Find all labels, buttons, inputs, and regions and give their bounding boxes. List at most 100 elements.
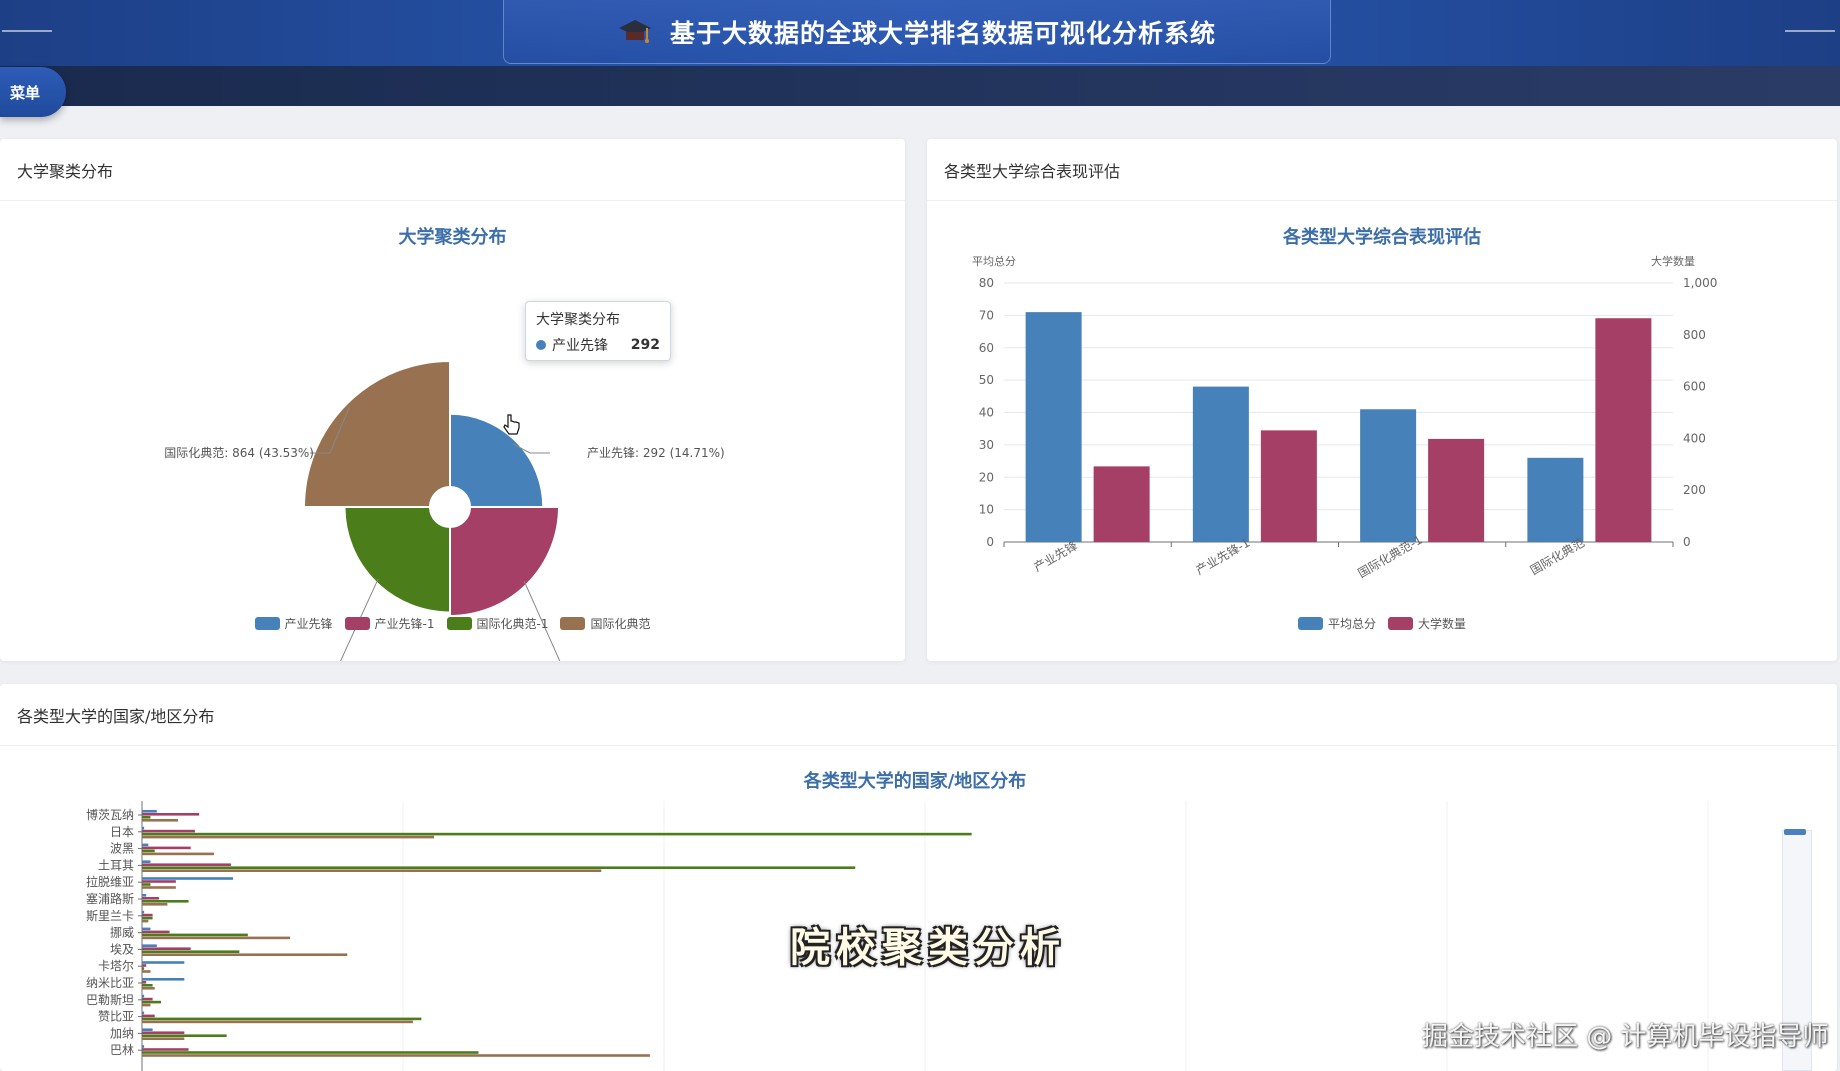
cluster-legend-item[interactable]: 产业先锋 bbox=[254, 615, 333, 632]
pie-slice[interactable] bbox=[449, 412, 545, 508]
y-axis-category-label: 拉脱维亚 bbox=[86, 874, 134, 889]
right-axis-tick: 200 bbox=[1683, 483, 1706, 497]
country-bar-产业先锋[interactable] bbox=[142, 1045, 145, 1048]
country-bar-国际化典范-1[interactable] bbox=[142, 950, 240, 953]
country-bar-产业先锋-1[interactable] bbox=[142, 1014, 155, 1018]
pie-slice[interactable] bbox=[343, 506, 451, 614]
country-bar-产业先锋-1[interactable] bbox=[142, 880, 176, 883]
evaluation-legend-item[interactable]: 大学数量 bbox=[1388, 615, 1466, 632]
country-bar-国际化典范-1[interactable] bbox=[142, 1051, 479, 1054]
bar-平均总分[interactable] bbox=[1360, 409, 1417, 542]
country-bar-国际化典范[interactable] bbox=[142, 970, 151, 973]
country-bar-产业先锋[interactable] bbox=[142, 843, 149, 847]
country-bar-国际化典范[interactable] bbox=[142, 819, 178, 822]
country-bar-产业先锋-1[interactable] bbox=[142, 897, 159, 900]
country-bar-国际化典范[interactable] bbox=[142, 1020, 413, 1024]
country-bar-国际化典范[interactable] bbox=[142, 987, 155, 990]
menu-button[interactable]: 菜单 bbox=[0, 67, 66, 117]
country-bar-产业先锋[interactable] bbox=[142, 927, 151, 931]
country-bar-国际化典范-1[interactable] bbox=[142, 933, 248, 937]
pie-slice-label: 产业先锋: 292 (14.71%) bbox=[587, 446, 725, 460]
country-bar-国际化典范[interactable] bbox=[142, 1037, 185, 1040]
left-axis-tick: 40 bbox=[979, 406, 994, 420]
right-axis-tick: 800 bbox=[1683, 328, 1706, 342]
country-bar-国际化典范[interactable] bbox=[142, 886, 176, 889]
country-bar-国际化典范-1[interactable] bbox=[142, 1000, 162, 1004]
evaluation-legend-label: 大学数量 bbox=[1418, 617, 1467, 631]
country-bar-产业先锋[interactable] bbox=[142, 994, 145, 998]
y-axis-category-label: 斯里兰卡 bbox=[86, 909, 134, 923]
country-bar-产业先锋-1[interactable] bbox=[142, 930, 170, 934]
bar-大学数量[interactable] bbox=[1428, 438, 1485, 542]
country-bar-国际化典范-1[interactable] bbox=[142, 883, 151, 886]
country-bar-产业先锋[interactable] bbox=[142, 910, 145, 914]
bar-大学数量[interactable] bbox=[1595, 318, 1652, 542]
country-bar-产业先锋-1[interactable] bbox=[142, 863, 231, 866]
bar-平均总分[interactable] bbox=[1527, 457, 1584, 542]
country-bar-国际化典范-1[interactable] bbox=[142, 832, 972, 836]
country-bar-国际化典范[interactable] bbox=[142, 835, 435, 839]
country-bar-国际化典范[interactable] bbox=[142, 1054, 650, 1057]
country-bar-产业先锋-1[interactable] bbox=[142, 964, 147, 967]
country-bar-国际化典范-1[interactable] bbox=[142, 916, 153, 920]
country-bar-产业先锋-1[interactable] bbox=[142, 981, 147, 984]
cluster-legend-label: 产业先锋 bbox=[284, 617, 333, 631]
cluster-legend-item[interactable]: 国际化典范 bbox=[560, 615, 650, 632]
country-bar-产业先锋-1[interactable] bbox=[142, 1031, 185, 1034]
country-bar-产业先锋-1[interactable] bbox=[142, 1048, 189, 1051]
cluster-legend-swatch bbox=[446, 617, 472, 630]
pie-slice[interactable] bbox=[449, 506, 560, 617]
y-axis-category-label: 波黑 bbox=[110, 842, 134, 856]
country-bar-产业先锋[interactable] bbox=[142, 877, 234, 880]
country-bar-产业先锋-1[interactable] bbox=[142, 947, 191, 950]
country-bar-国际化典范[interactable] bbox=[142, 1003, 151, 1007]
tooltip-title: 大学聚类分布 bbox=[536, 312, 620, 328]
country-bar-国际化典范-1[interactable] bbox=[142, 1017, 422, 1021]
country-bar-产业先锋-1[interactable] bbox=[142, 997, 153, 1001]
bar-大学数量[interactable] bbox=[1093, 466, 1150, 542]
country-bar-国际化典范-1[interactable] bbox=[142, 866, 856, 869]
evaluation-legend-swatch bbox=[1297, 617, 1323, 630]
country-bar-国际化典范[interactable] bbox=[142, 919, 149, 923]
graduation-cap-icon bbox=[618, 19, 651, 43]
country-bar-国际化典范-1[interactable] bbox=[142, 849, 155, 853]
country-bar-产业先锋[interactable] bbox=[142, 1011, 145, 1015]
country-bar-产业先锋[interactable] bbox=[142, 826, 145, 830]
country-bar-产业先锋-1[interactable] bbox=[142, 913, 153, 917]
app-title: 基于大数据的全球大学排名数据可视化分析系统 bbox=[669, 18, 1216, 48]
datazoom-slider-handle[interactable] bbox=[1784, 829, 1806, 835]
tooltip-value: 292 bbox=[630, 337, 660, 353]
country-bar-国际化典范[interactable] bbox=[142, 852, 214, 856]
country-bar-国际化典范[interactable] bbox=[142, 936, 291, 940]
country-bar-国际化典范-1[interactable] bbox=[142, 1034, 227, 1037]
country-bar-国际化典范[interactable] bbox=[142, 953, 348, 956]
country-bar-产业先锋[interactable] bbox=[142, 1028, 153, 1031]
country-bar-产业先锋[interactable] bbox=[142, 961, 185, 964]
country-bar-国际化典范-1[interactable] bbox=[142, 984, 153, 987]
evaluation-panel-header: 各类型大学综合表现评估 bbox=[927, 139, 1837, 201]
country-bar-产业先锋[interactable] bbox=[142, 894, 147, 897]
country-bar-产业先锋[interactable] bbox=[142, 860, 151, 863]
country-bar-国际化典范[interactable] bbox=[142, 903, 168, 906]
country-bar-产业先锋[interactable] bbox=[142, 810, 157, 813]
x-axis-tick-label: 产业先锋 bbox=[1031, 538, 1080, 574]
country-bar-产业先锋-1[interactable] bbox=[142, 813, 200, 816]
pie-slice[interactable] bbox=[303, 360, 451, 508]
cluster-legend-item[interactable]: 国际化典范-1 bbox=[446, 615, 548, 632]
bar-平均总分[interactable] bbox=[1025, 312, 1082, 542]
right-axis-tick: 1,000 bbox=[1683, 276, 1717, 290]
country-bar-国际化典范[interactable] bbox=[142, 869, 602, 872]
country-bar-产业先锋-1[interactable] bbox=[142, 829, 195, 833]
bar-大学数量[interactable] bbox=[1260, 430, 1317, 542]
y-axis-category-label: 巴勒斯坦 bbox=[86, 993, 134, 1007]
country-bar-国际化典范-1[interactable] bbox=[142, 816, 151, 819]
country-bar-产业先锋[interactable] bbox=[142, 944, 157, 947]
country-bar-国际化典范-1[interactable] bbox=[142, 967, 145, 970]
country-bar-产业先锋[interactable] bbox=[142, 978, 185, 981]
cluster-legend-item[interactable]: 产业先锋-1 bbox=[344, 615, 435, 632]
country-bar-产业先锋-1[interactable] bbox=[142, 846, 191, 850]
country-bar-国际化典范-1[interactable] bbox=[142, 900, 189, 903]
left-axis-tick: 80 bbox=[979, 276, 994, 290]
evaluation-legend-item[interactable]: 平均总分 bbox=[1297, 615, 1376, 632]
bar-平均总分[interactable] bbox=[1192, 386, 1249, 542]
